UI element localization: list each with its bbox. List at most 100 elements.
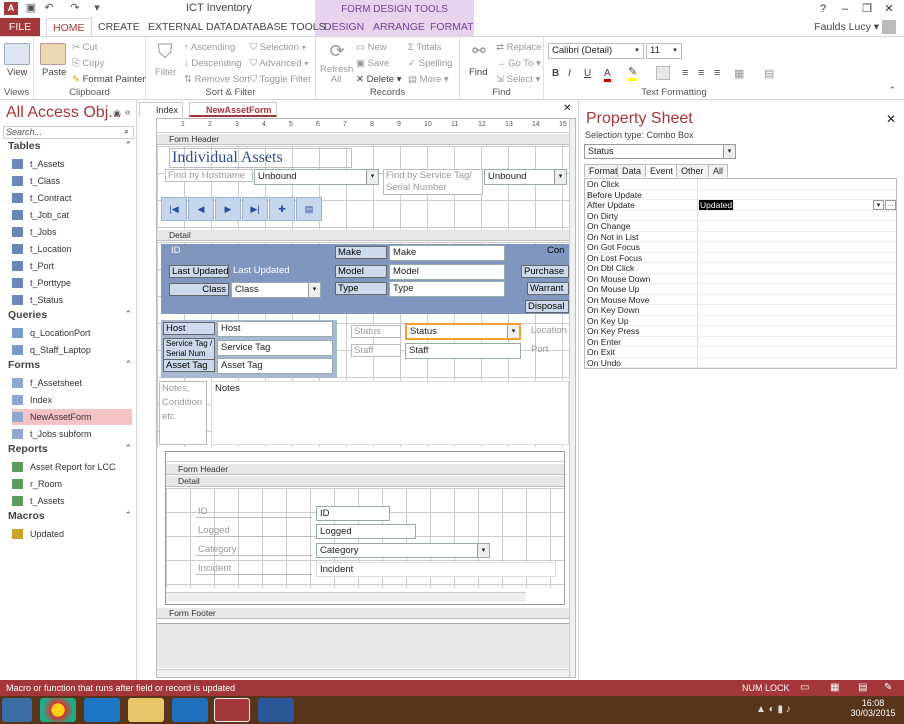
highlight-icon[interactable]: ✎ xyxy=(628,67,638,81)
nav-menu-icon[interactable]: ◉ xyxy=(113,108,121,119)
prop-tab-all[interactable]: All xyxy=(708,164,729,177)
property-value[interactable] xyxy=(697,210,895,221)
jobs-subform[interactable]: Form Header Detail ID ID Logged Logged C… xyxy=(165,451,565,605)
type-label[interactable]: Type xyxy=(335,282,387,295)
location-label[interactable]: Location xyxy=(529,325,569,336)
property-value[interactable] xyxy=(697,221,895,231)
property-value[interactable] xyxy=(697,305,895,315)
doc-tab-index[interactable]: Index xyxy=(139,102,184,117)
staff-field[interactable]: Staff xyxy=(405,343,521,359)
goto-button[interactable]: → Go To ▾ xyxy=(496,58,541,69)
gridlines-icon[interactable]: ▦ xyxy=(734,67,744,80)
contract-label[interactable]: Con xyxy=(545,245,569,256)
property-row[interactable]: On Lost Focus xyxy=(585,252,896,263)
nav-category-queries[interactable]: Queries ⌃ xyxy=(8,309,132,321)
search-icon[interactable]: ⌕ xyxy=(124,126,129,137)
property-value[interactable] xyxy=(697,347,895,357)
service-tag-field[interactable]: Service Tag xyxy=(217,340,333,356)
nav-search-input[interactable]: Search... xyxy=(3,126,134,139)
prop-tab-data[interactable]: Data xyxy=(617,164,647,177)
asset-tag-field[interactable]: Asset Tag xyxy=(217,358,333,374)
property-row[interactable]: On Click xyxy=(585,179,896,190)
format-painter-button[interactable]: ✎ Format Painter xyxy=(72,74,145,85)
selection-button[interactable]: ⛉ Selection ▾ xyxy=(250,42,306,53)
internet-explorer-icon[interactable] xyxy=(84,698,120,722)
property-value[interactable] xyxy=(697,273,895,284)
first-record-icon[interactable]: |◀ xyxy=(161,197,187,221)
chevron-down-icon[interactable]: ▾ xyxy=(873,200,884,210)
nav-item-t-class[interactable]: t_Class xyxy=(12,173,132,189)
warranty-label[interactable]: Warrant xyxy=(527,282,569,295)
property-value[interactable] xyxy=(697,284,895,294)
alternate-row-icon[interactable]: ▤ xyxy=(764,67,774,80)
nav-item-index[interactable]: Index xyxy=(12,392,132,408)
prop-tab-other[interactable]: Other xyxy=(676,164,709,177)
disposal-label[interactable]: Disposal xyxy=(525,300,569,313)
property-row[interactable]: On Key Press xyxy=(585,326,896,337)
tab-format[interactable]: FORMAT xyxy=(424,18,480,36)
service-tag-label[interactable]: Service Tag / Serial Num xyxy=(163,338,215,360)
chevron-up-icon[interactable]: ⌃ xyxy=(124,359,132,370)
property-value[interactable] xyxy=(697,315,895,326)
host-field[interactable]: Host xyxy=(217,321,333,337)
chevron-up-icon[interactable]: ⌃ xyxy=(124,140,132,151)
tab-file[interactable]: FILE xyxy=(0,18,40,36)
start-button-icon[interactable] xyxy=(2,698,32,722)
copy-button[interactable]: ⎘ Copy xyxy=(72,58,104,69)
id-label[interactable]: ID xyxy=(169,245,229,256)
user-account[interactable]: Faulds Lucy ▾ xyxy=(814,20,896,34)
class-label[interactable]: Class xyxy=(169,283,229,296)
italic-button[interactable]: I xyxy=(568,68,571,79)
chevron-up-icon[interactable]: ⌃ xyxy=(124,443,132,454)
file-explorer-icon[interactable] xyxy=(128,698,164,722)
subform-detail-bar[interactable]: Detail xyxy=(166,476,564,487)
cut-button[interactable]: ✂ Cut xyxy=(72,42,97,53)
delete-record-button[interactable]: ✕ Delete ▾ xyxy=(356,74,402,85)
more-button[interactable]: ▤ More ▾ xyxy=(408,74,449,85)
property-value[interactable] xyxy=(697,326,895,336)
nav-item-asset-report-for-lcc[interactable]: Asset Report for LCC xyxy=(12,459,132,475)
chevron-up-icon[interactable]: ⌃ xyxy=(124,309,132,320)
layout-view-icon[interactable]: ▦ xyxy=(830,680,839,696)
access-taskbar-icon[interactable] xyxy=(214,698,250,722)
tab-external-data[interactable]: EXTERNAL DATA xyxy=(142,18,238,36)
view-button[interactable]: View xyxy=(7,67,27,78)
prop-tab-event[interactable]: Event xyxy=(645,164,679,177)
builder-ellipsis-icon[interactable]: ··· xyxy=(885,200,896,210)
tab-create[interactable]: CREATE xyxy=(92,18,146,36)
property-row[interactable]: On Exit xyxy=(585,347,896,358)
property-value[interactable] xyxy=(697,294,895,305)
nav-category-tables[interactable]: Tables ⌃ xyxy=(8,140,132,152)
class-combo[interactable]: Class ▾ xyxy=(231,282,321,298)
find-service-combo[interactable]: Unbound ▾ xyxy=(484,169,567,185)
minimize-icon[interactable]: – xyxy=(834,3,856,15)
tab-arrange[interactable]: ARRANGE xyxy=(367,18,431,36)
chrome-icon[interactable] xyxy=(40,698,76,722)
asset-tag-label[interactable]: Asset Tag xyxy=(163,359,215,372)
property-row[interactable]: On Key Up xyxy=(585,315,896,326)
align-center-icon[interactable]: ≡ xyxy=(698,67,704,79)
select-button[interactable]: ⇲ Select ▾ xyxy=(496,74,540,85)
property-row[interactable]: On Mouse Down xyxy=(585,273,896,284)
notes-label[interactable]: Notes, Condition etc xyxy=(159,381,207,445)
tab-home[interactable]: HOME xyxy=(46,18,92,36)
find-hostname-combo[interactable]: Unbound ▾ xyxy=(254,169,379,185)
property-value[interactable] xyxy=(697,252,895,263)
property-row[interactable]: After Update Updated ▾ ··· xyxy=(585,200,896,211)
form-heading[interactable]: Individual Assets xyxy=(169,148,352,168)
property-value[interactable] xyxy=(697,357,895,368)
background-color-icon[interactable] xyxy=(656,66,670,80)
tab-database-tools[interactable]: DATABASE TOOLS xyxy=(227,18,332,36)
close-document-icon[interactable]: ✕ xyxy=(563,103,571,114)
nav-item-q-staff-laptop[interactable]: q_Staff_Laptop xyxy=(12,342,132,358)
close-icon[interactable]: ✕ xyxy=(878,2,900,15)
property-row[interactable]: On Got Focus xyxy=(585,242,896,253)
property-value[interactable] xyxy=(697,179,895,189)
align-left-icon[interactable]: ≡ xyxy=(682,67,688,79)
sub-incident-label[interactable]: Incident xyxy=(196,563,312,575)
form-design-surface[interactable]: 1 2 3 4 5 6 7 8 9 10 11 12 13 14 15 Form Header Indivi… xyxy=(156,118,576,678)
property-row[interactable]: On Dbl Click xyxy=(585,263,896,274)
property-row[interactable]: On Mouse Up xyxy=(585,284,896,295)
property-row[interactable]: On Key Down xyxy=(585,305,896,316)
nav-item-f-assetsheet[interactable]: f_Assetsheet xyxy=(12,375,132,391)
